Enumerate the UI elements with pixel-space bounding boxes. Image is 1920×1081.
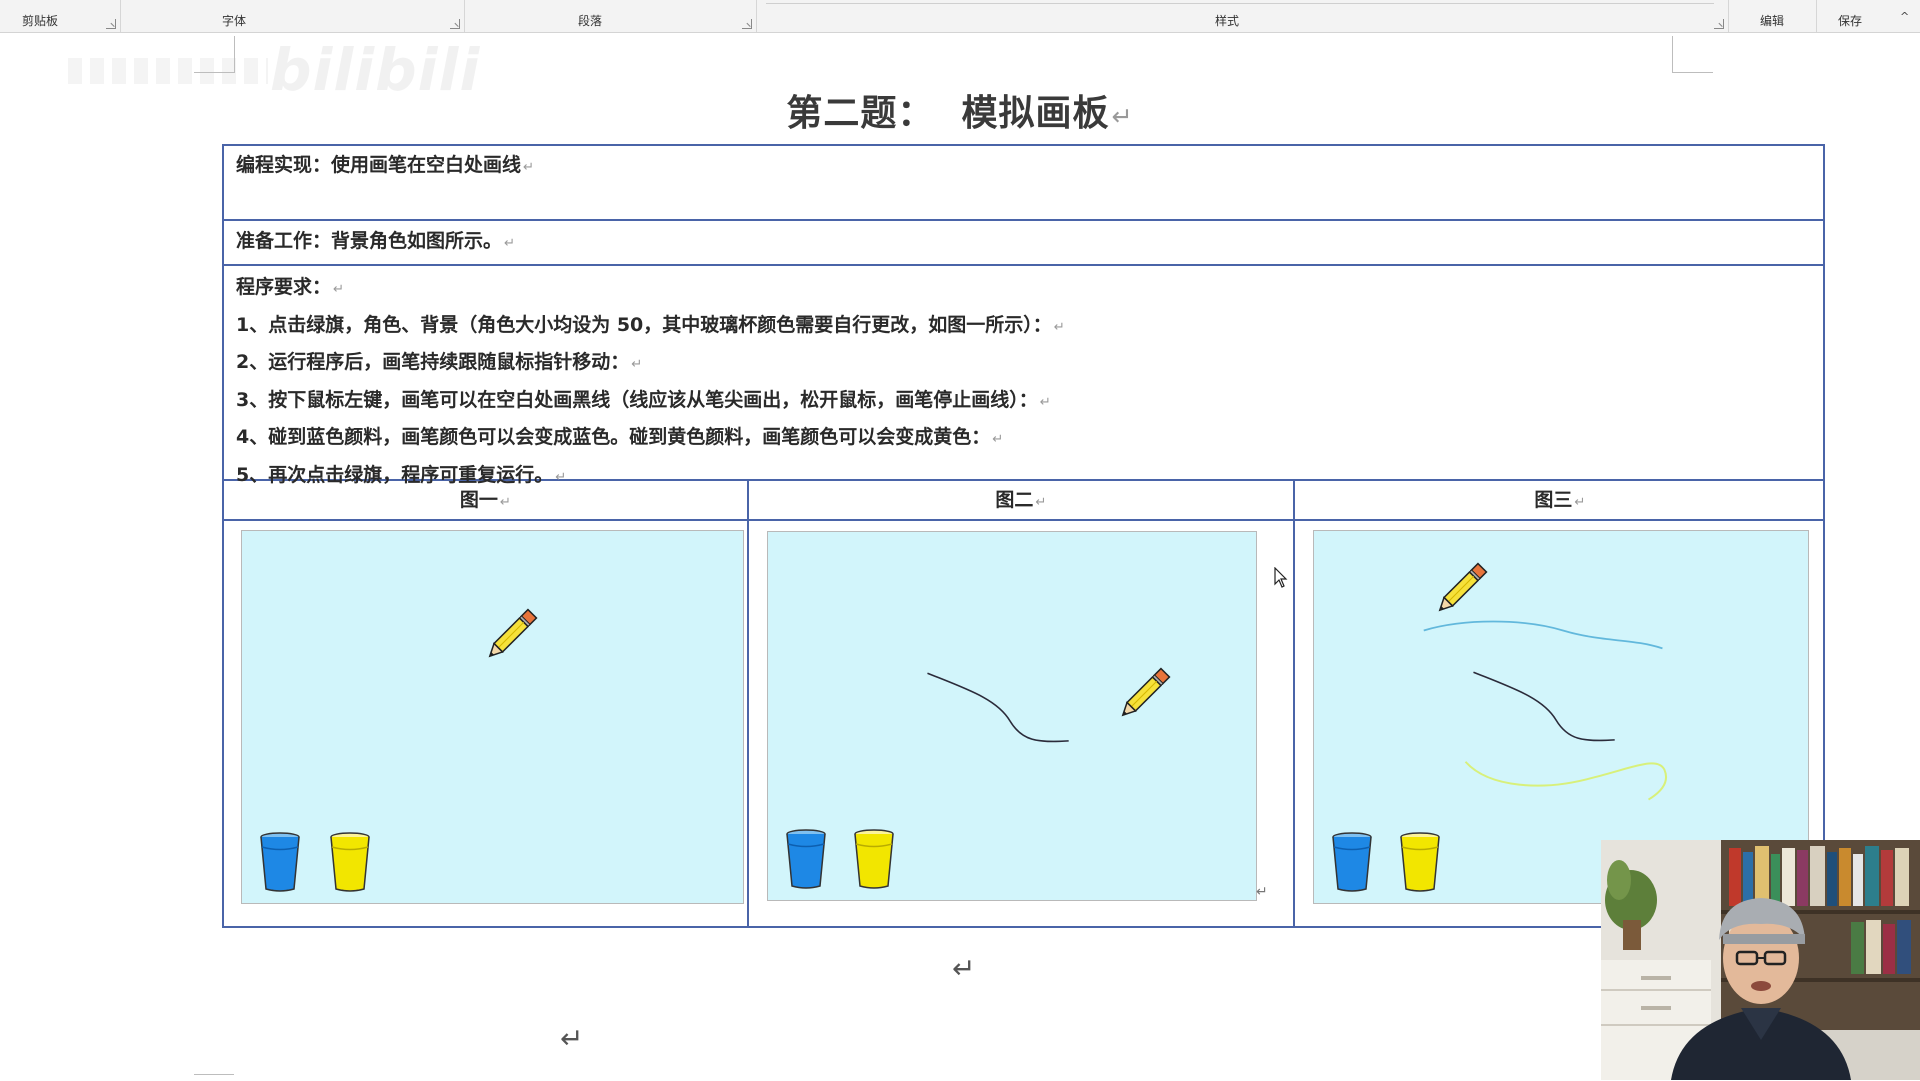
table-row-figures (224, 521, 1823, 926)
blue-cup-icon (786, 829, 826, 889)
presenter-video-image (1601, 840, 1920, 1080)
requirement-item: 4、碰到蓝色颜料，画笔颜色可以会变成蓝色。碰到黄色颜料，画笔颜色可以会变成黄色：… (224, 420, 1823, 458)
dialog-launcher-icon[interactable] (1714, 19, 1724, 29)
table-row-figure-headers: 图一 ↵ 图二 ↵ 图三 ↵ (224, 481, 1823, 521)
table-cell-text: 准备工作：背景角色如图所示。 ↵ (224, 221, 1823, 264)
blue-cup-icon (260, 832, 300, 892)
table-row-preparation[interactable]: 准备工作：背景角色如图所示。 ↵ (224, 221, 1823, 266)
pencil-icon (1438, 562, 1488, 612)
page-corner-mark (194, 36, 235, 73)
paragraph-mark: ↵ (504, 236, 516, 251)
requirement-item: 3、按下鼠标左键，画笔可以在空白处画黑线（线应该从笔尖画出，松开鼠标，画笔停止画… (224, 383, 1823, 421)
column-divider (1293, 481, 1295, 926)
yellow-cup-icon (854, 829, 894, 889)
requirement-table: 编程实现：使用画笔在空白处画线 ↵ 准备工作：背景角色如图所示。 ↵ 程序要求： ↵ … (222, 144, 1825, 928)
table-row-requirements[interactable]: 程序要求： ↵ 1、点击绿旗，角色、背景（角色大小均设为 50，其中玻璃杯颜色需要… (224, 266, 1823, 486)
black-drawn-line (927, 672, 1069, 743)
paragraph-mark: ↵ (523, 160, 535, 175)
page-title[interactable]: 第二题： 模拟画板↵ (0, 84, 1920, 136)
requirements-heading-text: 程序要求： (236, 276, 332, 298)
requirement-text: 4、碰到蓝色颜料，画笔颜色可以会变成蓝色。碰到黄色颜料，画笔颜色可以会变成黄色： (236, 426, 991, 448)
paragraph-mark: ↵ (1574, 495, 1586, 510)
ribbon-group-editing[interactable]: 编辑 (1728, 0, 1817, 32)
pencil-icon (1121, 667, 1171, 717)
paragraph-mark: ↵ (1256, 884, 1268, 900)
ribbon-group-label: 段落 (577, 14, 602, 28)
ribbon-group-label: 保存 (1837, 14, 1862, 28)
column-divider (747, 481, 749, 926)
ribbon-group-styles: 样式 (756, 0, 1729, 32)
requirement-text: 1、点击绿旗，角色、背景（角色大小均设为 50，其中玻璃杯颜色需要自行更改，如图… (236, 313, 1052, 336)
requirement-text: 3、按下鼠标左键，画笔可以在空白处画黑线（线应该从笔尖画出，松开鼠标，画笔停止画… (236, 388, 1038, 411)
paragraph-mark: ↵ (992, 432, 1004, 447)
preparation-text: 准备工作：背景角色如图所示。 (236, 230, 503, 252)
paragraph-mark: ↵ (1035, 495, 1047, 510)
figure-1-stage-image[interactable] (241, 530, 744, 904)
webcam-video-overlay (1601, 840, 1920, 1080)
paragraph-mark: ↵ (1111, 102, 1134, 131)
figure-label: 图一 (459, 489, 498, 511)
collapse-ribbon-icon[interactable]: ^ (1900, 10, 1912, 23)
requirement-item: 2、运行程序后，画笔持续跟随鼠标指针移动： ↵ (224, 345, 1823, 383)
yellow-cup-icon (330, 832, 370, 892)
table-row-implementation[interactable]: 编程实现：使用画笔在空白处画线 ↵ (224, 146, 1823, 221)
figure-2-stage-image[interactable] (767, 531, 1257, 901)
watermark-decoration (68, 58, 268, 84)
figure-2-header[interactable]: 图二 ↵ (749, 481, 1293, 519)
paragraph-mark[interactable]: ↵ (952, 952, 975, 985)
requirements-heading: 程序要求： ↵ (224, 270, 1823, 308)
paragraph-mark: ↵ (333, 282, 345, 297)
figure-label: 图三 (1534, 489, 1573, 511)
figure-3-header[interactable]: 图三 ↵ (1295, 481, 1825, 519)
implementation-text: 编程实现：使用画笔在空白处画线 (236, 154, 522, 176)
drawn-lines-layer (927, 672, 1069, 743)
blue-cup-icon (1332, 832, 1372, 892)
paragraph-mark: ↵ (1053, 319, 1065, 335)
page-corner-mark (1672, 36, 1713, 73)
pencil-icon (488, 608, 538, 658)
ribbon-group-label: 字体 (221, 14, 246, 28)
paragraph-mark: ↵ (631, 357, 643, 372)
ribbon-group-label: 样式 (1214, 14, 1239, 28)
ribbon-group-save[interactable]: 保存 (1816, 0, 1884, 32)
mouse-cursor-icon (1274, 567, 1288, 588)
figure-1-header[interactable]: 图一 ↵ (224, 481, 747, 519)
ribbon-group-label: 编辑 (1759, 14, 1784, 28)
blue-drawn-line (1423, 620, 1663, 650)
ribbon-group-paragraph: 段落 (464, 0, 757, 32)
style-gallery-edge (766, 0, 1714, 4)
table-cell-text: 编程实现：使用画笔在空白处画线 ↵ (224, 146, 1823, 186)
ribbon-group-font: 字体 (120, 0, 465, 32)
paragraph-mark: ↵ (499, 495, 512, 510)
ribbon-group-bar: 剪贴板 字体 段落 样式 编辑 保存 ^ (0, 0, 1920, 33)
requirement-text: 2、运行程序后，画笔持续跟随鼠标指针移动： (236, 351, 630, 373)
page-title-text: 第二题： 模拟画板 (786, 93, 1110, 134)
figure-label: 图二 (995, 489, 1034, 511)
paragraph-mark[interactable]: ↵ (560, 1022, 583, 1055)
yellow-cup-icon (1400, 832, 1440, 892)
requirement-item: 1、点击绿旗，角色、背景（角色大小均设为 50，其中玻璃杯颜色需要自行更改，如图… (224, 308, 1823, 346)
paragraph-mark: ↵ (1039, 394, 1051, 410)
black-drawn-line (1473, 671, 1615, 742)
yellow-drawn-line (1464, 761, 1667, 801)
